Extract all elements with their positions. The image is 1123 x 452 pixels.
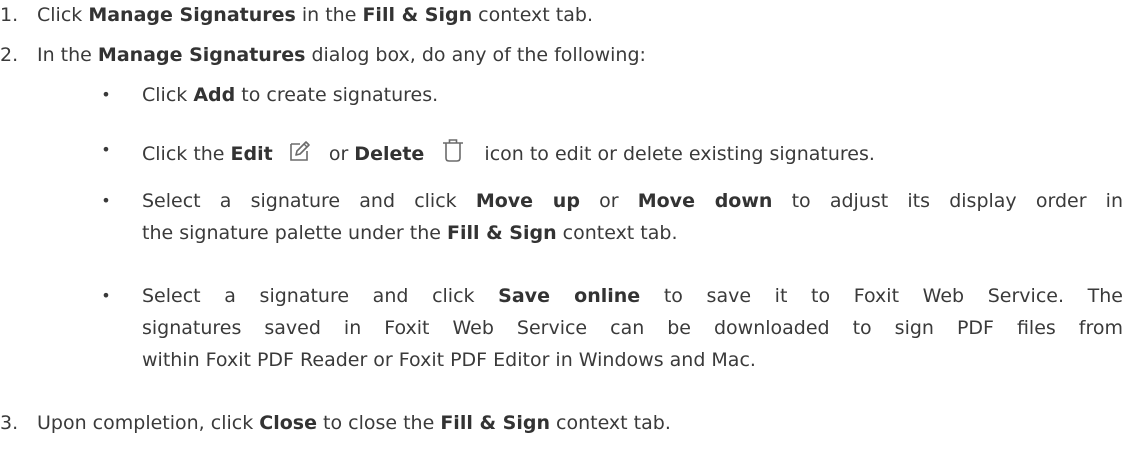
document-page: 1. Click Manage Signatures in the Fill &… <box>0 0 1123 452</box>
bullet-text-line: signatures saved in Foxit Web Service ca… <box>142 317 1123 339</box>
bullet-marker: • <box>101 286 111 305</box>
bullet-text: Select a signature and click Save online… <box>142 284 1123 372</box>
step-text: In the Manage Signatures dialog box, do … <box>37 44 646 66</box>
bullet-marker: • <box>101 191 111 210</box>
bullet-add: • Click Add to create signatures. <box>0 83 1123 107</box>
step-3: 3. Upon completion, click Close to close… <box>0 411 1123 435</box>
bullet-text-line: Select a signature and click Move up or … <box>142 190 1123 212</box>
step-1: 1. Click Manage Signatures in the Fill &… <box>0 3 1123 27</box>
bullet-text-line: within Foxit PDF Reader or Foxit PDF Edi… <box>142 349 756 371</box>
bullet-text: Select a signature and click Move up or … <box>142 189 1123 245</box>
edit-icon <box>287 138 313 164</box>
bullet-edit-delete: • Click the Edit or Delete icon to edit … <box>0 134 1123 165</box>
bullet-text: Click Add to create signatures. <box>142 84 439 106</box>
bullet-text: Click the Edit or Delete icon to edit or… <box>142 138 1123 166</box>
bullet-marker: • <box>101 140 111 159</box>
bullet-save-online: • Select a signature and click Save onli… <box>0 284 1123 372</box>
step-number: 3. <box>0 412 19 434</box>
step-number: 1. <box>0 4 19 26</box>
step-2: 2. In the Manage Signatures dialog box, … <box>0 43 1123 67</box>
delete-icon <box>440 138 466 164</box>
step-text: Click Manage Signatures in the Fill & Si… <box>37 4 593 26</box>
bullet-text-line: the signature palette under the Fill & S… <box>142 222 678 244</box>
step-text: Upon completion, click Close to close th… <box>37 412 671 434</box>
bullet-marker: • <box>101 85 111 104</box>
step-number: 2. <box>0 44 19 66</box>
bullet-text-line: Select a signature and click Save online… <box>142 285 1123 307</box>
bullet-move: • Select a signature and click Move up o… <box>0 189 1123 245</box>
